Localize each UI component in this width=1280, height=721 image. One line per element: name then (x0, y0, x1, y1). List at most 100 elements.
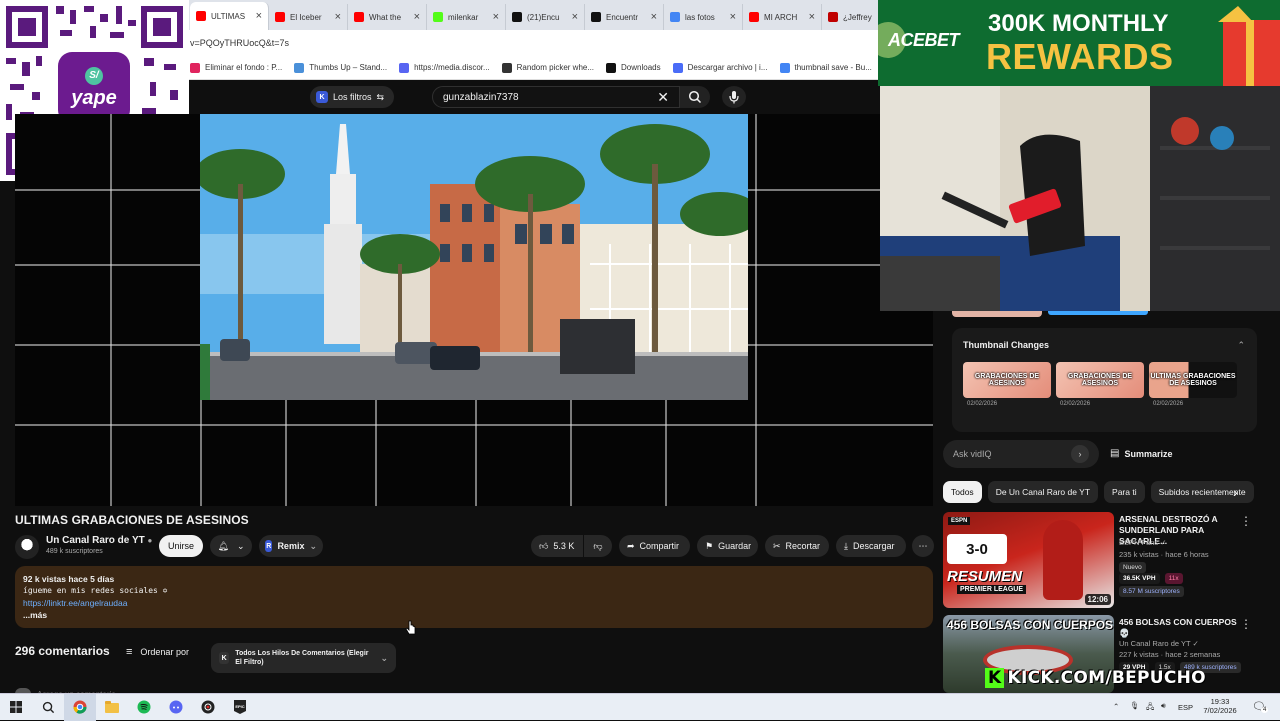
browser-tab[interactable]: Encuentr × (585, 4, 664, 30)
taskbar-epic-games[interactable]: EPIC (224, 694, 256, 721)
channel-avatar[interactable] (15, 535, 39, 559)
search-value[interactable]: gunzablazin7378 (443, 92, 519, 103)
bookmark-item[interactable]: Random picker whe... (501, 62, 594, 73)
browser-tab[interactable]: What the × (348, 4, 427, 30)
chip-for-you[interactable]: Para ti (1104, 481, 1145, 503)
bookmark-item[interactable]: Descargar archivo | i... (672, 62, 768, 73)
verified-icon: ✓ (1160, 538, 1167, 547)
browser-tab[interactable]: ULTIMAS × (190, 2, 269, 30)
browser-tab[interactable]: las fotos × (664, 4, 743, 30)
tab-close-icon[interactable]: × (335, 11, 341, 23)
bookmark-favicon-icon (190, 62, 200, 73)
more-options-icon[interactable]: ⋮ (1240, 514, 1252, 528)
tab-label: ULTIMAS (211, 11, 246, 21)
acebet-line1: 300K MONTHLY (988, 10, 1169, 37)
description-link[interactable]: https://linktr.ee/angelraudaa (23, 597, 925, 609)
browser-tab[interactable]: milenkar × (427, 4, 506, 30)
recommendation-channel[interactable]: ESPN Fans ✓ (1119, 538, 1167, 547)
recommendation-chips: Todos De Un Canal Raro de YT Para ti Sub… (943, 481, 1256, 503)
notifications-button[interactable]: 🗨︎ 4 (1252, 700, 1269, 713)
more-options-icon[interactable]: ⋮ (1240, 617, 1252, 631)
browser-tab[interactable]: El Iceber × (269, 4, 348, 30)
more-actions-button[interactable]: ⋯ (912, 535, 934, 557)
bookmark-item[interactable]: Eliminar el fondo : P... (190, 62, 282, 73)
share-icon: ➦ (627, 540, 635, 551)
notifications-button[interactable]: 🔔︎ ⌄ (210, 535, 252, 557)
browser-tab[interactable]: (21)Encu × (506, 4, 585, 30)
clear-search-icon[interactable]: ✕ (657, 89, 669, 106)
tray-chevron-icon[interactable]: ⌃ (1113, 702, 1119, 711)
bookmark-item[interactable]: https://media.discor... (399, 62, 490, 73)
video-frame-street-scene[interactable] (200, 114, 748, 400)
clip-button[interactable]: ✂ Recortar (765, 535, 829, 557)
tray-language[interactable]: ESP (1178, 703, 1193, 712)
taskbar-discord[interactable] (160, 694, 192, 721)
tab-close-icon[interactable]: × (809, 11, 815, 23)
recommendation-meta: 227 k vistas · hace 2 semanas (1119, 650, 1221, 659)
acebet-line2: REWARDS (986, 36, 1174, 77)
save-button[interactable]: ⚑ Guardar (697, 535, 758, 557)
sort-by-button[interactable]: ≡ Ordenar por (126, 646, 189, 658)
search-button[interactable] (680, 86, 710, 108)
bookmark-item[interactable]: Downloads (606, 62, 661, 73)
tab-label: MI ARCH (764, 12, 798, 22)
tab-close-icon[interactable]: × (651, 11, 657, 23)
thumbnail-change-2[interactable]: GRABACIONES DE ASESINOS (1056, 362, 1144, 398)
browser-tab[interactable]: MI ARCH × (743, 4, 822, 30)
chip-todos[interactable]: Todos (943, 481, 982, 503)
bookmark-label: Thumbs Up – Stand... (309, 63, 388, 72)
spotify-icon (137, 700, 151, 714)
tab-close-icon[interactable]: × (730, 11, 736, 23)
thread-filter-dropdown[interactable]: K Todos Los Hilos De Comentarios (Elegir… (211, 643, 396, 673)
video-title: ULTIMAS GRABACIONES DE ASESINOS (15, 513, 249, 527)
send-arrow-icon[interactable]: › (1071, 445, 1089, 463)
search-input[interactable]: gunzablazin7378 ✕ (432, 86, 680, 108)
taskbar-search-button[interactable] (32, 694, 64, 721)
thumbnail-change-1[interactable]: GRABACIONES DE ASESINOS (963, 362, 1051, 398)
recommendation-title[interactable]: 456 BOLSAS CON CUERPOS 💀 (1119, 617, 1243, 639)
tab-close-icon[interactable]: × (493, 11, 499, 23)
thumbnail-change-3[interactable]: ULTIMAS GRABACIONES DE ASESINOS (1149, 362, 1237, 398)
bookmark-item[interactable]: thumbnail save - Bu... (779, 62, 872, 73)
recommendation-channel[interactable]: Un Canal Raro de YT ✓ (1119, 639, 1199, 648)
thumb-league-text: PREMIER LEAGUE (957, 585, 1027, 594)
summarize-button[interactable]: ▤ Summarize (1110, 448, 1172, 459)
remix-button[interactable]: R Remix ⌄ (259, 535, 323, 557)
taskbar-chrome[interactable] (64, 693, 96, 721)
recommendation-item[interactable]: ESPN 3-0 RESUMEN PREMIER LEAGUE 12:06 AR… (943, 512, 1256, 609)
taskbar-spotify[interactable] (128, 694, 160, 721)
discord-icon (169, 700, 183, 714)
tab-close-icon[interactable]: × (414, 11, 420, 23)
collapse-chevron-icon[interactable]: ⌃ (1237, 340, 1245, 351)
taskbar-file-explorer[interactable] (96, 694, 128, 721)
video-description[interactable]: 92 k vistas hace 5 días ígueme en mis re… (15, 566, 933, 628)
tab-close-icon[interactable]: × (572, 11, 578, 23)
join-button[interactable]: Unirse (159, 535, 203, 557)
download-button[interactable]: ⤓ Descargar (836, 535, 906, 557)
tray-volume-icon[interactable]: 🔊︎ (1161, 701, 1166, 711)
share-button[interactable]: ➦ Compartir (619, 535, 690, 557)
tray-clock[interactable]: 19:33 7/02/2026 (1203, 697, 1237, 715)
ask-vidiq-input[interactable]: Ask vidIQ › (943, 440, 1099, 468)
chip-recent[interactable]: Subidos recientemente (1150, 481, 1254, 503)
voice-search-button[interactable] (722, 86, 746, 108)
bookmark-item[interactable]: Thumbs Up – Stand... (294, 62, 388, 73)
taskbar-obs[interactable] (192, 694, 224, 721)
tray-microphone-icon[interactable]: 🎙︎ (1130, 701, 1140, 710)
dislike-button[interactable]: 👎︎ (584, 535, 612, 557)
channel-name[interactable]: Un Canal Raro de YT ● (46, 535, 152, 546)
start-button[interactable] (0, 694, 32, 721)
webcam-overlay (880, 86, 1280, 311)
chip-channel[interactable]: De Un Canal Raro de YT (987, 481, 1099, 503)
filters-button[interactable]: K Los filtros ⇆ (310, 86, 395, 108)
chips-next-chevron-icon[interactable]: › (1233, 484, 1238, 500)
bookmark-label: thumbnail save - Bu... (794, 63, 872, 72)
show-more-link[interactable]: ...más (23, 609, 925, 621)
windows-logo-icon (10, 701, 22, 713)
address-text[interactable]: v=PQOyTHRUocQ&t=7s (190, 38, 289, 48)
tab-close-icon[interactable]: × (256, 10, 262, 22)
tray-network-icon[interactable]: 🖧 (1146, 701, 1154, 714)
street-scene-image (200, 114, 748, 400)
ask-vidiq-placeholder[interactable]: Ask vidIQ (953, 449, 992, 459)
like-button[interactable]: 👍︎ 5.3 K (531, 535, 583, 557)
